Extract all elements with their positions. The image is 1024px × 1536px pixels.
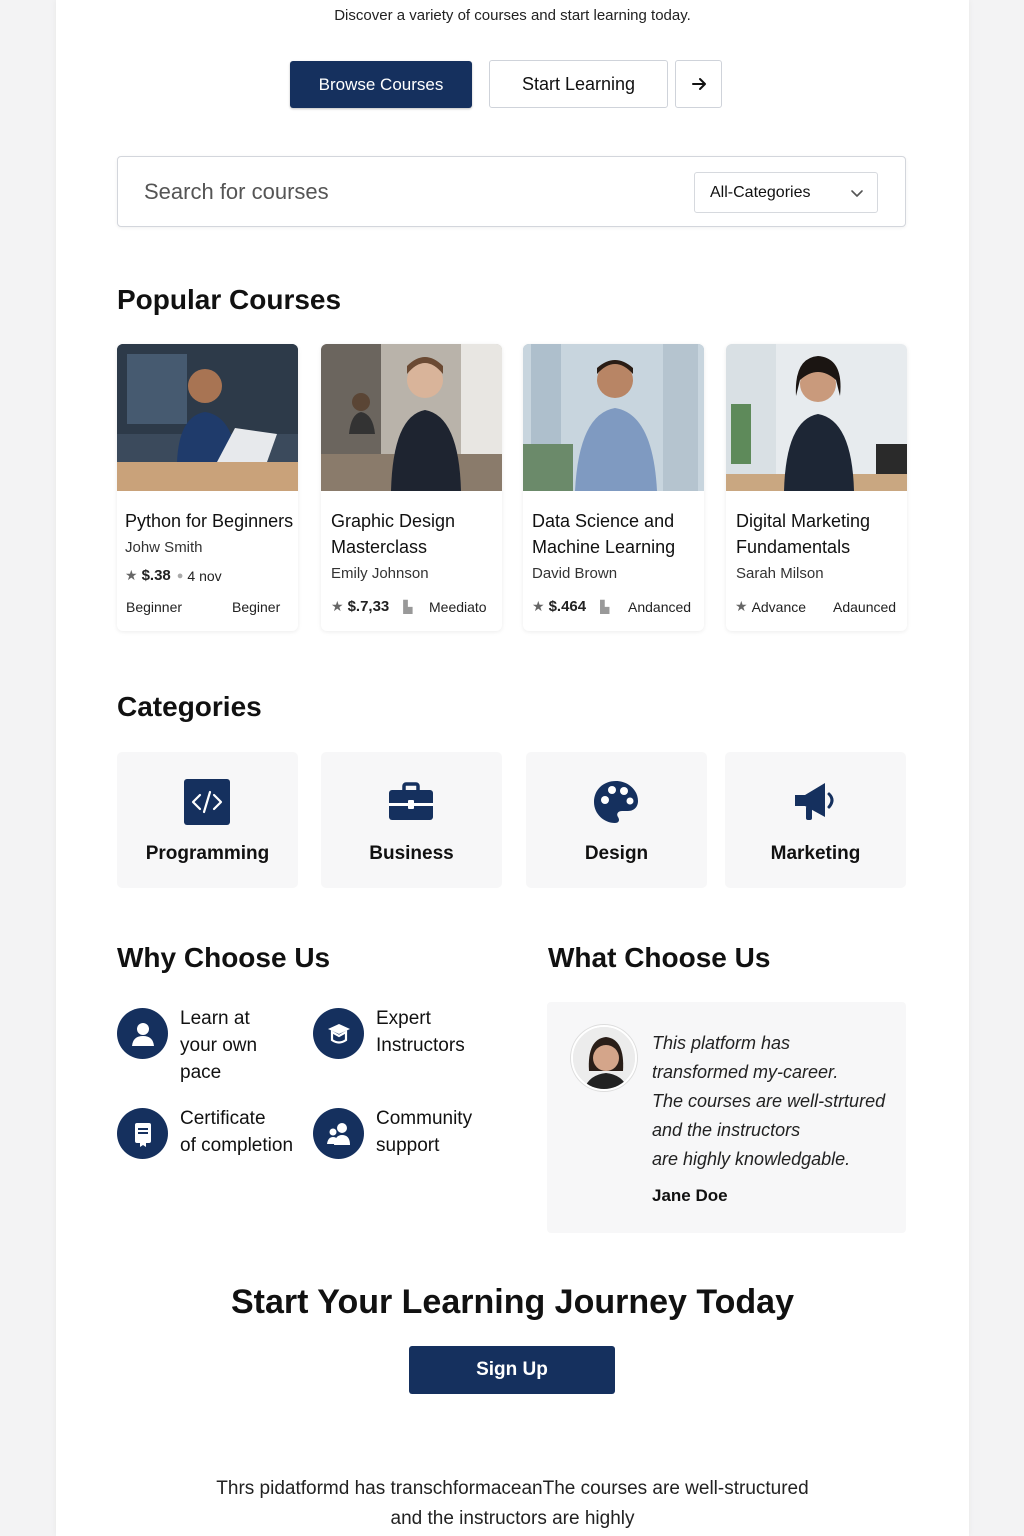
category-card-design[interactable]: Design	[526, 752, 707, 888]
course-price: Advance	[751, 598, 807, 615]
feature-line: Community	[376, 1108, 473, 1129]
course-price: $.38	[141, 567, 171, 584]
course-meta: ★ $.7,33 ▙	[331, 598, 413, 615]
landing-page: Discover a variety of courses and start …	[56, 0, 969, 1536]
certificate-icon	[117, 1108, 168, 1159]
user-icon	[117, 1008, 168, 1059]
categories-title: Categories	[117, 691, 262, 722]
avatar	[571, 1025, 637, 1091]
graduation-icon	[313, 1008, 364, 1059]
popular-courses-title: Popular Courses	[117, 284, 342, 315]
quote-line: are highly knowledgable.	[652, 1149, 851, 1169]
star-icon: ★	[331, 598, 344, 614]
course-level-right: Beginer	[232, 599, 281, 615]
category-label: Design	[584, 843, 649, 864]
course-meta: ★ $.464 ▙	[532, 598, 609, 615]
course-instructor: Johw Smith	[125, 539, 203, 556]
why-choose-title: Why Choose Us	[117, 942, 331, 973]
course-meta: ★ Advance	[735, 598, 806, 615]
sign-up-button[interactable]: Sign Up	[409, 1346, 615, 1394]
category-dropdown[interactable]: All-Categories	[694, 172, 878, 213]
course-card[interactable]: Graphic Design Masterclass Emily Johnson…	[321, 344, 502, 631]
star-icon: ★	[125, 567, 138, 583]
feature-learn-pace: Learn at your own pace	[180, 1005, 257, 1086]
footer-quote-line: and the instructors are highly	[390, 1508, 635, 1529]
next-arrow-button[interactable]	[675, 60, 722, 108]
category-card-business[interactable]: Business	[321, 752, 502, 888]
cta-title: Start Your Learning Journey Today	[231, 1283, 794, 1321]
course-instructor: Sarah Milson	[736, 565, 824, 582]
category-label: Marketing	[770, 843, 861, 864]
briefcase-icon	[385, 776, 437, 828]
course-title: Data Science and Machine Learning	[532, 511, 676, 557]
quote-line: transformed my-career.	[652, 1062, 839, 1082]
feature-certificate: Certificate of completion	[180, 1105, 293, 1159]
start-learning-button[interactable]: Start Learning	[489, 60, 668, 108]
category-label: Business	[369, 843, 454, 864]
search-input[interactable]	[144, 175, 664, 209]
course-card[interactable]: Data Science and Machine Learning David …	[523, 344, 704, 631]
feature-expert-instructors: Expert Instructors	[376, 1005, 465, 1059]
hero-subtitle: Discover a variety of courses and start …	[334, 7, 691, 24]
course-thumbnail	[523, 344, 704, 491]
course-thumbnail	[321, 344, 502, 491]
testimonial-title: What Choose Us	[548, 942, 771, 973]
palette-icon	[590, 776, 642, 828]
testimonial-card: This platform has transformed my-career.…	[547, 1002, 906, 1233]
quote-line: The courses are well-strtured	[652, 1091, 886, 1111]
course-thumbnail	[726, 344, 907, 491]
course-level-right: Andanced	[628, 599, 692, 615]
level-icon: ▙	[403, 599, 413, 614]
category-label: Programming	[145, 843, 270, 864]
chevron-down-icon	[851, 190, 863, 197]
feature-community: Community support	[376, 1105, 472, 1159]
star-icon: ★	[532, 598, 545, 614]
feature-line: Learn at	[180, 1008, 250, 1029]
course-title: Python for Beginners	[125, 511, 294, 531]
course-meta: ★ $.38 ● 4 nov	[125, 567, 222, 584]
arrow-right-icon	[691, 78, 706, 90]
testimonial-author: Jane Doe	[652, 1186, 728, 1205]
quote-line: and the instructors	[652, 1120, 801, 1140]
course-title: Digital Marketing Fundamentals	[736, 511, 871, 557]
course-thumbnail	[117, 344, 298, 491]
feature-line: of completion	[180, 1135, 294, 1156]
course-title: Graphic Design Masterclass	[331, 511, 456, 557]
course-extra: 4 nov	[187, 567, 222, 584]
category-dropdown-value: All-Categories	[710, 183, 811, 201]
category-card-marketing[interactable]: Marketing	[725, 752, 906, 888]
footer-quote-line: Thrs pidatformd has transchformaceanThe …	[216, 1478, 809, 1499]
community-icon	[313, 1108, 364, 1159]
course-level-right: Meediato	[429, 599, 487, 615]
feature-line: Instructors	[376, 1035, 465, 1056]
feature-line: pace	[180, 1062, 222, 1083]
course-card[interactable]: Digital Marketing Fundamentals Sarah Mil…	[726, 344, 907, 631]
footer-quote: Thrs pidatformd has transchformaceanThe …	[156, 1474, 869, 1534]
course-level-right: Adaunced	[833, 599, 897, 615]
pin-icon: ●	[176, 569, 184, 582]
category-card-programming[interactable]: Programming	[117, 752, 298, 888]
megaphone-icon	[789, 776, 841, 828]
feature-line: support	[376, 1135, 440, 1156]
course-price: $.7,33	[347, 598, 390, 615]
course-level-left: Beginner	[126, 599, 183, 615]
feature-line: your own	[180, 1035, 258, 1056]
code-icon	[181, 776, 233, 828]
course-card[interactable]: Python for Beginners Johw Smith ★ $.38 ●…	[117, 344, 298, 631]
course-instructor: David Brown	[532, 565, 618, 582]
testimonial-quote: This platform has transformed my-career.…	[652, 1029, 902, 1174]
star-icon: ★	[735, 598, 748, 614]
course-price: $.464	[548, 598, 587, 615]
search-bar: All-Categories	[117, 156, 906, 227]
level-icon: ▙	[600, 599, 610, 614]
feature-line: Certificate	[180, 1108, 266, 1129]
course-instructor: Emily Johnson	[331, 565, 429, 582]
browse-courses-button[interactable]: Browse Courses	[290, 61, 472, 108]
feature-line: Expert	[376, 1008, 431, 1029]
quote-line: This platform has	[652, 1033, 791, 1053]
